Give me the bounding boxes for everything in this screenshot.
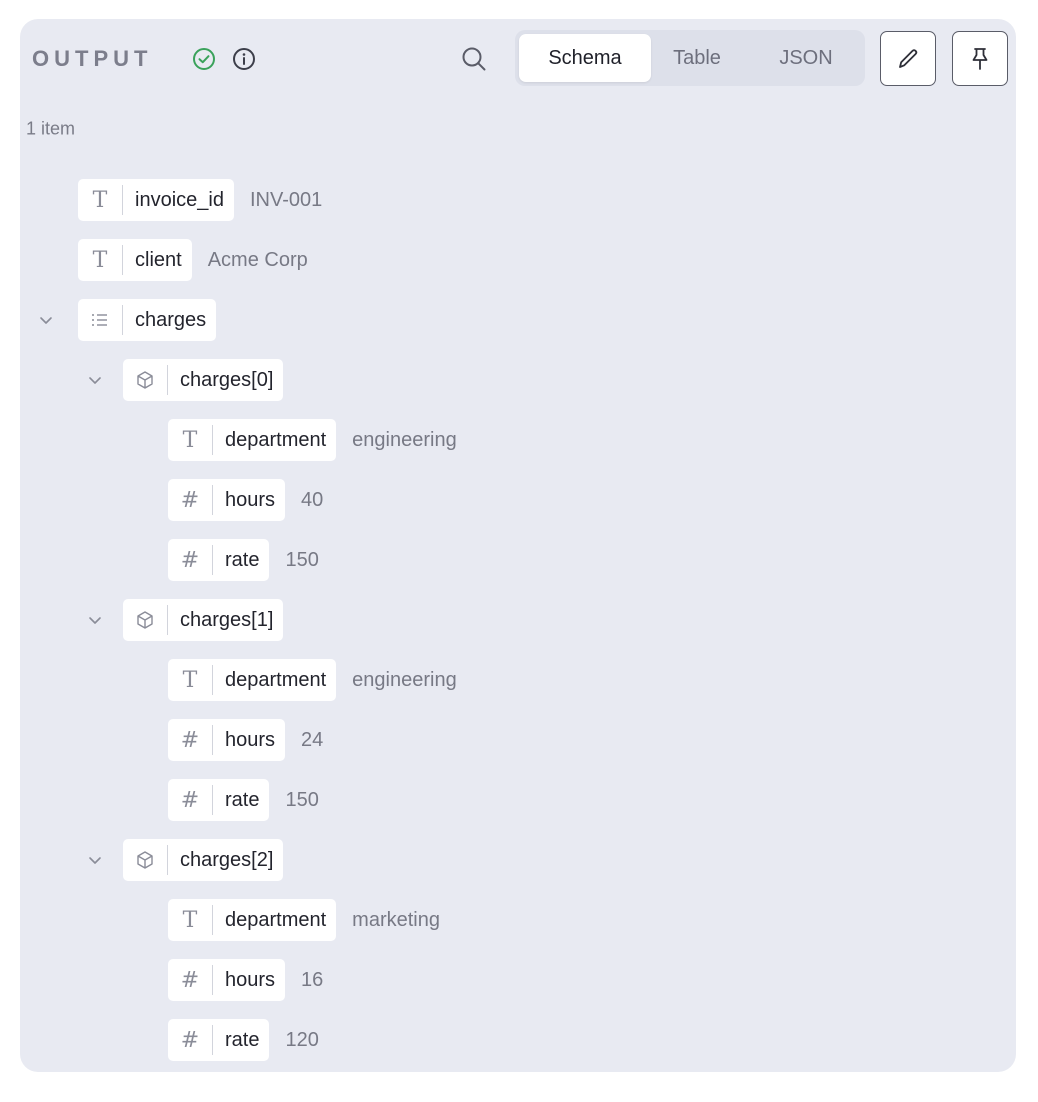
number-type-icon: #	[180, 727, 200, 753]
field-key: client	[135, 248, 182, 271]
field-value: marketing	[352, 908, 440, 931]
tree-row-charges-1: charges[1]	[89, 598, 284, 642]
number-type-icon: #	[180, 967, 200, 993]
field-value: 24	[301, 728, 324, 751]
tab-table[interactable]: Table	[651, 34, 743, 82]
tree-row-hours: # hours 16	[168, 958, 323, 1002]
field-key: department	[225, 908, 327, 931]
tree-row-department: T department engineering	[168, 418, 457, 462]
field-pill[interactable]: charges[1]	[123, 599, 284, 641]
tree-row-department: T department engineering	[168, 658, 457, 702]
chevron-down-icon[interactable]	[87, 372, 103, 388]
field-value: 40	[301, 488, 324, 511]
field-key: charges	[135, 308, 207, 331]
tree-row-rate: # rate 120	[168, 1018, 319, 1062]
field-key: rate	[225, 1028, 260, 1051]
tree-row-charges-2: charges[2]	[89, 838, 284, 882]
list-type-icon	[78, 299, 122, 341]
item-count: 1 item	[26, 118, 76, 139]
field-key: charges[1]	[180, 608, 274, 631]
field-pill[interactable]: T client	[78, 239, 192, 281]
search-icon[interactable]	[460, 45, 488, 73]
field-pill[interactable]: T department	[168, 899, 337, 941]
text-type-icon: T	[182, 907, 198, 933]
view-toggle: Schema Table JSON	[515, 30, 865, 86]
cube-icon	[123, 839, 167, 881]
tree-row-hours: # hours 40	[168, 478, 323, 522]
field-key: charges[0]	[180, 368, 274, 391]
number-type-icon: #	[180, 547, 200, 573]
pin-icon	[972, 47, 988, 70]
field-pill[interactable]: # rate	[168, 539, 270, 581]
number-type-icon: #	[180, 487, 200, 513]
field-pill[interactable]: # rate	[168, 1019, 270, 1061]
info-icon[interactable]	[232, 47, 256, 71]
pencil-icon	[899, 48, 918, 68]
field-key: department	[225, 668, 327, 691]
tree-row-rate: # rate 150	[168, 538, 319, 582]
text-type-icon: T	[92, 247, 108, 273]
field-pill[interactable]: T invoice_id	[78, 179, 234, 221]
chevron-down-icon[interactable]	[38, 312, 54, 328]
tab-schema[interactable]: Schema	[519, 34, 651, 82]
field-key: hours	[225, 968, 276, 991]
field-pill[interactable]: T department	[168, 659, 337, 701]
field-value: 150	[285, 548, 319, 571]
tree-row-invoice-id: T invoice_id INV-001	[78, 178, 322, 222]
tree-row-department: T department marketing	[168, 898, 440, 942]
number-type-icon: #	[180, 1027, 200, 1053]
field-value: 150	[285, 788, 319, 811]
field-pill[interactable]: # hours	[168, 719, 286, 761]
field-value: engineering	[352, 428, 457, 451]
text-type-icon: T	[182, 667, 198, 693]
edit-button[interactable]	[880, 31, 936, 86]
field-pill[interactable]: T department	[168, 419, 337, 461]
text-type-icon: T	[92, 187, 108, 213]
field-pill[interactable]: charges[2]	[123, 839, 284, 881]
field-value: INV-001	[249, 188, 323, 211]
cube-icon	[123, 359, 167, 401]
tree-row-client: T client Acme Corp	[78, 238, 308, 282]
field-pill[interactable]: charges[0]	[123, 359, 284, 401]
cube-icon	[123, 599, 167, 641]
output-panel: OUTPUT Schema Table JSON 1 item T invoic…	[20, 19, 1016, 1072]
field-key: rate	[225, 788, 260, 811]
field-key: hours	[225, 488, 276, 511]
field-key: department	[225, 428, 327, 451]
check-circle-icon	[193, 48, 215, 70]
pin-button[interactable]	[952, 31, 1008, 86]
field-pill[interactable]: # hours	[168, 479, 286, 521]
field-value: 120	[285, 1028, 319, 1051]
field-key: rate	[225, 548, 260, 571]
text-type-icon: T	[182, 427, 198, 453]
field-pill[interactable]: # rate	[168, 779, 270, 821]
field-pill[interactable]: charges	[78, 299, 217, 341]
tree-row-hours: # hours 24	[168, 718, 323, 762]
tree-row-charges: charges	[40, 298, 217, 342]
tree-row-charges-0: charges[0]	[89, 358, 284, 402]
tab-json[interactable]: JSON	[751, 34, 861, 82]
chevron-down-icon[interactable]	[87, 852, 103, 868]
field-value: engineering	[352, 668, 457, 691]
field-key: invoice_id	[135, 188, 224, 211]
tree-row-rate: # rate 150	[168, 778, 319, 822]
chevron-down-icon[interactable]	[87, 612, 103, 628]
field-key: charges[2]	[180, 848, 274, 871]
field-value: 16	[301, 968, 324, 991]
field-pill[interactable]: # hours	[168, 959, 286, 1001]
number-type-icon: #	[180, 787, 200, 813]
panel-title: OUTPUT	[32, 46, 153, 71]
field-value: Acme Corp	[207, 248, 308, 271]
field-key: hours	[225, 728, 276, 751]
